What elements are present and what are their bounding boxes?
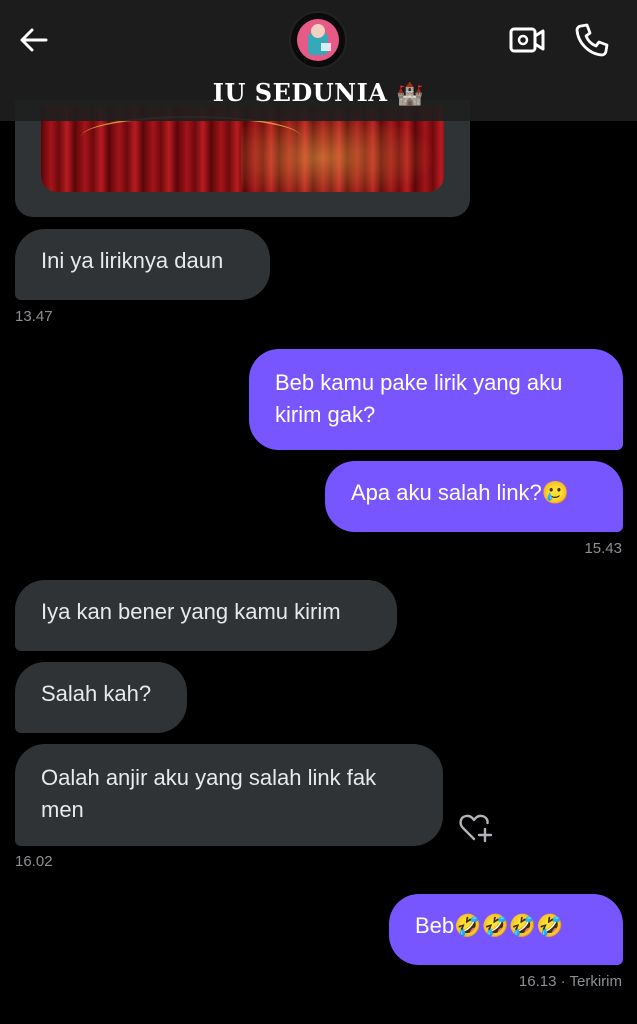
voice-call-button[interactable] (572, 20, 612, 60)
message-text: Ini ya liriknya daun (41, 248, 224, 273)
chat-title-text: IU SEDUNIA (212, 78, 388, 107)
message-timestamp: 13.47 (15, 308, 53, 325)
message-bubble-incoming[interactable]: Salah kah? (15, 662, 187, 733)
message-bubble-incoming[interactable]: Ini ya liriknya daun (15, 229, 270, 300)
message-text: Iya kan bener yang kamu kirim (41, 599, 341, 624)
video-camera-icon (509, 27, 545, 53)
message-timestamp-status: 16.13 · Terkirim (518, 973, 622, 990)
add-reaction-button[interactable] (458, 810, 494, 844)
video-call-button[interactable] (507, 20, 547, 60)
message-bubble-outgoing[interactable]: Beb🤣🤣🤣🤣 (389, 894, 623, 965)
message-text: Salah kah? (41, 681, 152, 706)
chat-title[interactable]: IU SEDUNIA 🏰 (0, 78, 637, 107)
phone-icon (575, 23, 609, 57)
arrow-left-icon (20, 28, 48, 52)
back-button[interactable] (16, 22, 52, 58)
castle-emoji: 🏰 (396, 82, 425, 107)
message-text: Beb kamu pake lirik yang aku kirim gak? (275, 370, 563, 427)
message-text: Apa aku salah link?🥲 (351, 480, 570, 505)
message-timestamp: 16.02 (15, 853, 53, 870)
message-timestamp: 15.43 (584, 540, 622, 557)
heart-plus-icon (459, 814, 493, 843)
message-bubble-outgoing[interactable]: Apa aku salah link?🥲 (325, 461, 623, 532)
message-text: Oalah anjir aku yang salah link fak men (41, 765, 377, 822)
group-avatar[interactable] (289, 11, 347, 69)
chat-header: IU SEDUNIA 🏰 (0, 0, 637, 121)
message-bubble-incoming[interactable]: Iya kan bener yang kamu kirim (15, 580, 397, 651)
message-text: Beb🤣🤣🤣🤣 (415, 913, 564, 938)
message-bubble-incoming[interactable]: Oalah anjir aku yang salah link fak men (15, 744, 443, 846)
message-bubble-outgoing[interactable]: Beb kamu pake lirik yang aku kirim gak? (249, 349, 623, 450)
